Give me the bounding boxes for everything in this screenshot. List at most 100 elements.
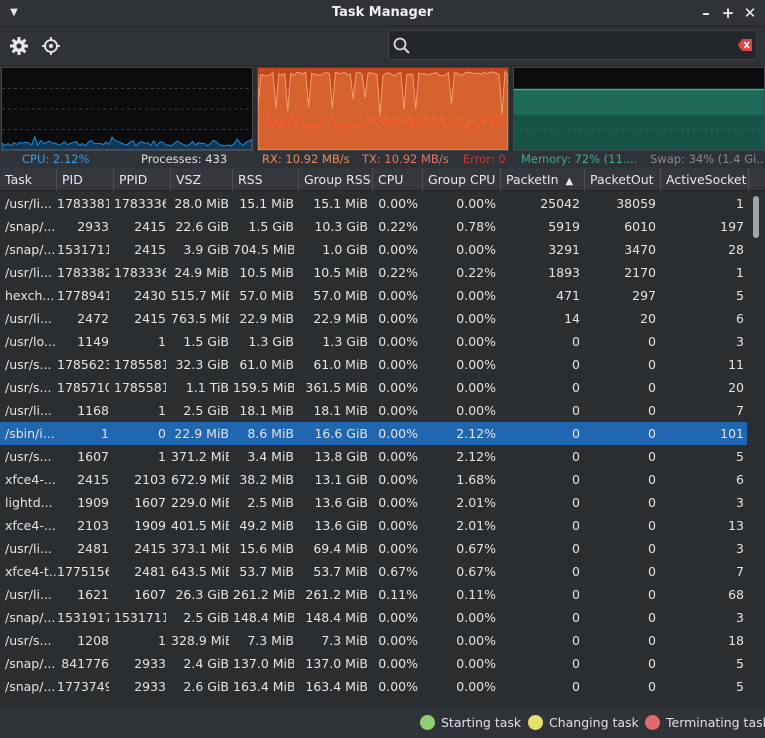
table-row[interactable]: /usr/li... 1783381 1783336 28.0 MiB 15.1 MiB… xyxy=(0,192,747,215)
cell-task: /snap/... xyxy=(5,679,56,694)
column-pid[interactable]: PID xyxy=(57,168,114,191)
cell-ppid: 2933 xyxy=(134,679,166,694)
cell-packetin: 0 xyxy=(572,357,580,372)
column-ppid[interactable]: PPID xyxy=(114,168,171,191)
table-row[interactable]: /usr/li... 1621 1607 26.3 GiB 261.2 MiB 261.2… xyxy=(0,583,747,606)
cell-group-cpu: 0.00% xyxy=(456,242,496,257)
cell-ppid: 1 xyxy=(158,633,166,648)
graphs-panel xyxy=(0,66,765,152)
vertical-scrollbar[interactable] xyxy=(750,192,762,708)
cell-packetin: 3291 xyxy=(548,242,580,257)
cell-pid: 1607 xyxy=(77,449,109,464)
cell-ppid: 2415 xyxy=(134,219,166,234)
cell-vsz: 2.5 GiB xyxy=(183,403,229,418)
minimize-icon[interactable]: – xyxy=(697,3,715,23)
table-row[interactable]: /usr/li... 1168 1 2.5 GiB 18.1 MiB 18.1 MiB 0.… xyxy=(0,399,747,422)
cell-activesocket: 6 xyxy=(736,472,744,487)
cell-cpu: 0.00% xyxy=(378,495,418,510)
table-row[interactable]: /usr/s... 1208 1 328.9 MiB 7.3 MiB 7.3 MiB 0.0… xyxy=(0,629,747,652)
scrollbar-thumb[interactable] xyxy=(753,196,759,238)
cell-cpu: 0.00% xyxy=(378,541,418,556)
cell-packetout: 0 xyxy=(648,656,656,671)
table-row[interactable]: xfce4-... 2415 2103 672.9 MiB 38.2 MiB 13.1 G… xyxy=(0,468,747,491)
cell-group-rss: 13.1 GiB xyxy=(314,472,368,487)
cell-pid: 1783382 xyxy=(57,265,109,280)
gear-icon[interactable] xyxy=(7,34,31,58)
cell-rss: 38.2 MiB xyxy=(239,472,294,487)
cell-pid: 1783381 xyxy=(57,196,109,211)
column-rss[interactable]: RSS xyxy=(233,168,299,191)
cell-vsz: 672.9 MiB xyxy=(171,472,229,487)
table-row[interactable]: /usr/s... 1785623 1785581 32.3 GiB 61.0 MiB 6… xyxy=(0,353,747,376)
cell-group-cpu: 0.78% xyxy=(456,219,496,234)
cell-ppid: 2415 xyxy=(134,311,166,326)
table-row[interactable]: /snap/... 1531711 2415 3.9 GiB 704.5 MiB 1.0 … xyxy=(0,238,747,261)
starting-dot-icon xyxy=(420,715,435,730)
table-row[interactable]: hexch... 1778941 2430 515.7 MiB 57.0 MiB 57.0… xyxy=(0,284,747,307)
cell-group-rss: 10.5 MiB xyxy=(313,265,368,280)
cell-group-cpu: 0.00% xyxy=(456,357,496,372)
column-packetout[interactable]: PacketOut xyxy=(585,168,661,191)
table-row[interactable]: lightd... 1909 1607 229.0 MiB 2.5 MiB 13.6 Gi… xyxy=(0,491,747,514)
memory-graph xyxy=(513,67,765,151)
table-row[interactable]: /snap/... 2933 2415 22.6 GiB 1.5 GiB 10.3 GiB… xyxy=(0,215,747,238)
cell-vsz: 2.4 GiB xyxy=(183,656,229,671)
column-task[interactable]: Task xyxy=(0,168,57,191)
column-packetin[interactable]: PacketIn ▲ xyxy=(501,168,585,191)
column-vsz[interactable]: VSZ xyxy=(171,168,233,191)
cell-ppid: 2415 xyxy=(134,242,166,257)
cell-packetout: 38059 xyxy=(616,196,656,211)
table-row[interactable]: /snap/... 1773749 2933 2.6 GiB 163.4 MiB 163.… xyxy=(0,675,747,698)
table-row[interactable]: /usr/s... 1785710 1785581 1.1 TiB 159.5 MiB 3… xyxy=(0,376,747,399)
cell-packetout: 0 xyxy=(648,403,656,418)
cell-group-cpu: 0.22% xyxy=(456,265,496,280)
table-row[interactable]: xfce4-t... 1775156 2481 643.5 MiB 53.7 MiB 53… xyxy=(0,560,747,583)
cell-group-rss: 69.4 MiB xyxy=(313,541,368,556)
table-row[interactable]: /snap/... 1531917 1531711 2.5 GiB 148.4 MiB 1… xyxy=(0,606,747,629)
column-group-rss[interactable]: Group RSS xyxy=(299,168,373,191)
table-row[interactable]: /usr/s... 1607 1 371.2 MiB 3.4 MiB 13.8 GiB 0.… xyxy=(0,445,747,468)
cell-packetout: 0 xyxy=(648,380,656,395)
table-row[interactable]: /snap/... 841776 2933 2.4 GiB 137.0 MiB 137.0… xyxy=(0,652,747,675)
cell-packetout: 0 xyxy=(648,472,656,487)
table-row[interactable]: /usr/li... 1783382 1783336 24.9 MiB 10.5 MiB… xyxy=(0,261,747,284)
cell-packetout: 0 xyxy=(648,679,656,694)
status-bar: Starting task Changing task Terminating … xyxy=(0,708,765,738)
table-row[interactable]: /usr/lo... 1149 1 1.5 GiB 1.3 GiB 1.3 GiB 0.00… xyxy=(0,330,747,353)
cell-ppid: 2430 xyxy=(134,288,166,303)
cell-task: /usr/s... xyxy=(5,357,52,372)
cell-packetout: 6010 xyxy=(624,219,656,234)
cell-activesocket: 5 xyxy=(736,288,744,303)
cell-pid: 1909 xyxy=(77,495,109,510)
cell-rss: 2.5 MiB xyxy=(247,495,294,510)
clear-search-icon[interactable] xyxy=(738,39,752,51)
cell-rss: 3.4 MiB xyxy=(247,449,294,464)
table-row[interactable]: /usr/li... 2472 2415 763.5 MiB 22.9 MiB 22.9 … xyxy=(0,307,747,330)
cell-group-cpu: 0.00% xyxy=(456,610,496,625)
column-group-cpu[interactable]: Group CPU xyxy=(423,168,501,191)
maximize-icon[interactable]: + xyxy=(719,3,737,23)
column-cpu[interactable]: CPU xyxy=(373,168,423,191)
table-row[interactable]: /usr/li... 2481 2415 373.1 MiB 15.6 MiB 69.4 … xyxy=(0,537,747,560)
cell-packetin: 0 xyxy=(572,656,580,671)
column-activesocket[interactable]: ActiveSocket xyxy=(661,168,749,191)
cell-packetout: 0 xyxy=(648,587,656,602)
cell-ppid: 1909 xyxy=(134,518,166,533)
table-row[interactable]: /sbin/i... 1 0 22.9 MiB 8.6 MiB 16.6 GiB 0.00%… xyxy=(0,422,747,445)
cell-group-rss: 16.6 GiB xyxy=(314,426,368,441)
cell-task: /usr/li... xyxy=(5,541,52,556)
cell-pid: 2472 xyxy=(77,311,109,326)
cell-vsz: 3.9 GiB xyxy=(183,242,229,257)
cell-group-rss: 137.0 MiB xyxy=(305,656,368,671)
cell-pid: 1 xyxy=(101,426,109,441)
close-icon[interactable]: ✕ xyxy=(741,3,759,23)
search-input[interactable] xyxy=(417,35,727,57)
cell-packetin: 0 xyxy=(572,426,580,441)
cell-task: /usr/s... xyxy=(5,449,52,464)
table-row[interactable]: xfce4-... 2103 1909 401.5 MiB 49.2 MiB 13.6 G… xyxy=(0,514,747,537)
cell-group-rss: 261.2 MiB xyxy=(305,587,368,602)
cell-group-rss: 13.6 GiB xyxy=(314,495,368,510)
crosshair-icon[interactable] xyxy=(39,34,63,58)
cell-rss: 15.6 MiB xyxy=(239,541,294,556)
cell-vsz: 643.5 MiB xyxy=(171,564,229,579)
